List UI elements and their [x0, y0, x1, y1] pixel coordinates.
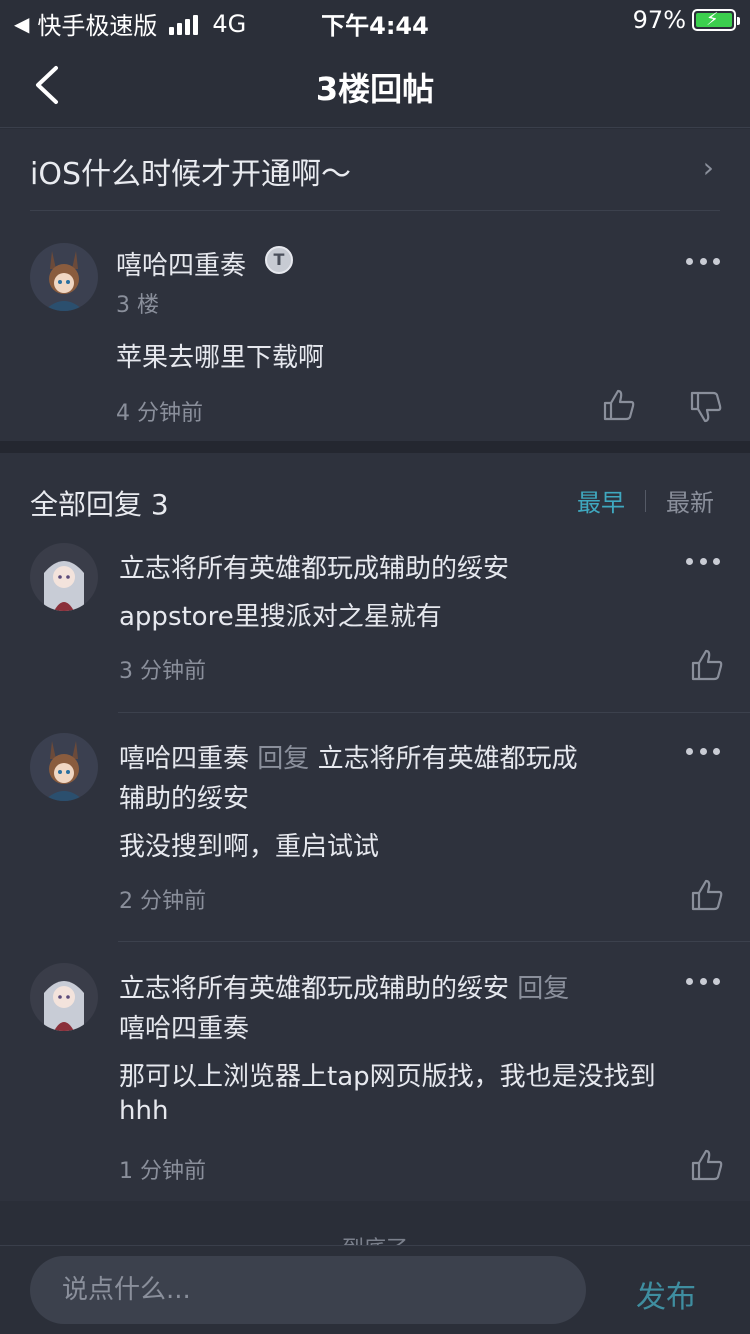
publish-button[interactable]: 发布: [636, 1272, 696, 1316]
replies-section: 全部回复 3 最早 最新 立志将所有英雄都玩成辅助的绥安 appstore里搜派…: [0, 453, 750, 1201]
reply-author[interactable]: 立志将所有英雄都玩成辅助的绥安: [119, 548, 509, 585]
section-gap: [0, 441, 750, 453]
end-text: 到底了: [0, 1231, 750, 1245]
thread-title: iOS什么时候才开通啊～: [30, 157, 351, 192]
reply-author[interactable]: 嘻哈四重奏: [119, 744, 249, 774]
reply-content-continued: hhh: [119, 1096, 169, 1126]
reply-time: 2 分钟前: [119, 889, 206, 914]
thumbs-up-icon[interactable]: [689, 647, 725, 683]
battery-percent: 97%: [632, 6, 686, 34]
nav-bar: 3楼回帖: [0, 42, 750, 128]
reply-divider: [118, 712, 750, 713]
avatar[interactable]: [30, 733, 98, 801]
page-title: 3楼回帖: [315, 70, 435, 108]
more-options-icon[interactable]: [686, 558, 720, 568]
chevron-right-icon: ›: [702, 151, 714, 184]
sort-earliest-tab[interactable]: 最早: [577, 483, 625, 518]
floor-number: 3 楼: [116, 293, 159, 318]
reply-author-line: 立志将所有英雄都玩成辅助的绥安 回复: [119, 968, 569, 1005]
reply-author-line: 嘻哈四重奏 回复 立志将所有英雄都玩成: [119, 738, 578, 775]
avatar[interactable]: [30, 543, 98, 611]
reply-label: 回复: [517, 974, 570, 1004]
sort-divider: [645, 489, 646, 512]
reply-author[interactable]: 立志将所有英雄都玩成辅助的绥安: [119, 974, 509, 1004]
reply-time: 3 分钟前: [119, 659, 206, 684]
thumbs-up-icon[interactable]: [601, 387, 637, 423]
thread-link[interactable]: iOS什么时候才开通啊～ ›: [30, 129, 720, 211]
more-options-icon[interactable]: [686, 748, 720, 758]
thumbs-down-icon[interactable]: [688, 389, 724, 425]
sort-latest-tab[interactable]: 最新: [666, 483, 714, 518]
reply-content: 我没搜到啊，重启试试: [119, 832, 380, 862]
battery-icon: ⚡: [692, 9, 740, 31]
reply-divider: [118, 941, 750, 942]
status-right: 97% ⚡: [632, 6, 740, 34]
reply-target[interactable]: 嘻哈四重奏: [119, 1008, 249, 1045]
reply-target[interactable]: 立志将所有英雄都玩成: [318, 744, 578, 774]
reply-content: 那可以上浏览器上tap网页版找，我也是没找到: [119, 1062, 656, 1092]
level-badge-icon: T: [265, 246, 293, 274]
more-options-icon[interactable]: [686, 258, 720, 268]
reply-time: 1 分钟前: [119, 1159, 206, 1184]
post-author[interactable]: 嘻哈四重奏: [116, 245, 246, 282]
replies-title: 全部回复 3: [30, 488, 169, 521]
more-options-icon[interactable]: [686, 978, 720, 988]
end-of-list: 到底了: [0, 1201, 750, 1245]
reply-label: 回复: [257, 744, 310, 774]
post-time: 4 分钟前: [116, 401, 203, 426]
avatar[interactable]: [30, 243, 98, 311]
post-content: 苹果去哪里下载啊: [116, 343, 325, 373]
thumbs-up-icon[interactable]: [689, 1147, 725, 1183]
status-bar: ◀ 快手极速版 4G 下午4:44 97% ⚡: [0, 0, 750, 42]
reply-content: appstore里搜派对之星就有: [119, 602, 442, 632]
avatar[interactable]: [30, 963, 98, 1031]
reply-target-continued[interactable]: 辅助的绥安: [119, 778, 249, 815]
composer-bar: 说点什么... 发布: [0, 1245, 750, 1334]
sort-toggle: 最早 最新: [577, 483, 714, 518]
comment-input[interactable]: 说点什么...: [30, 1256, 586, 1324]
app-screen: ◀ 快手极速版 4G 下午4:44 97% ⚡ 3楼回帖 iOS什么时候才开通啊…: [0, 0, 750, 1334]
floor-post: iOS什么时候才开通啊～ › 嘻哈四重奏 T 3 楼 苹果去哪里下载啊 4 分钟…: [0, 129, 750, 441]
thumbs-up-icon[interactable]: [689, 877, 725, 913]
